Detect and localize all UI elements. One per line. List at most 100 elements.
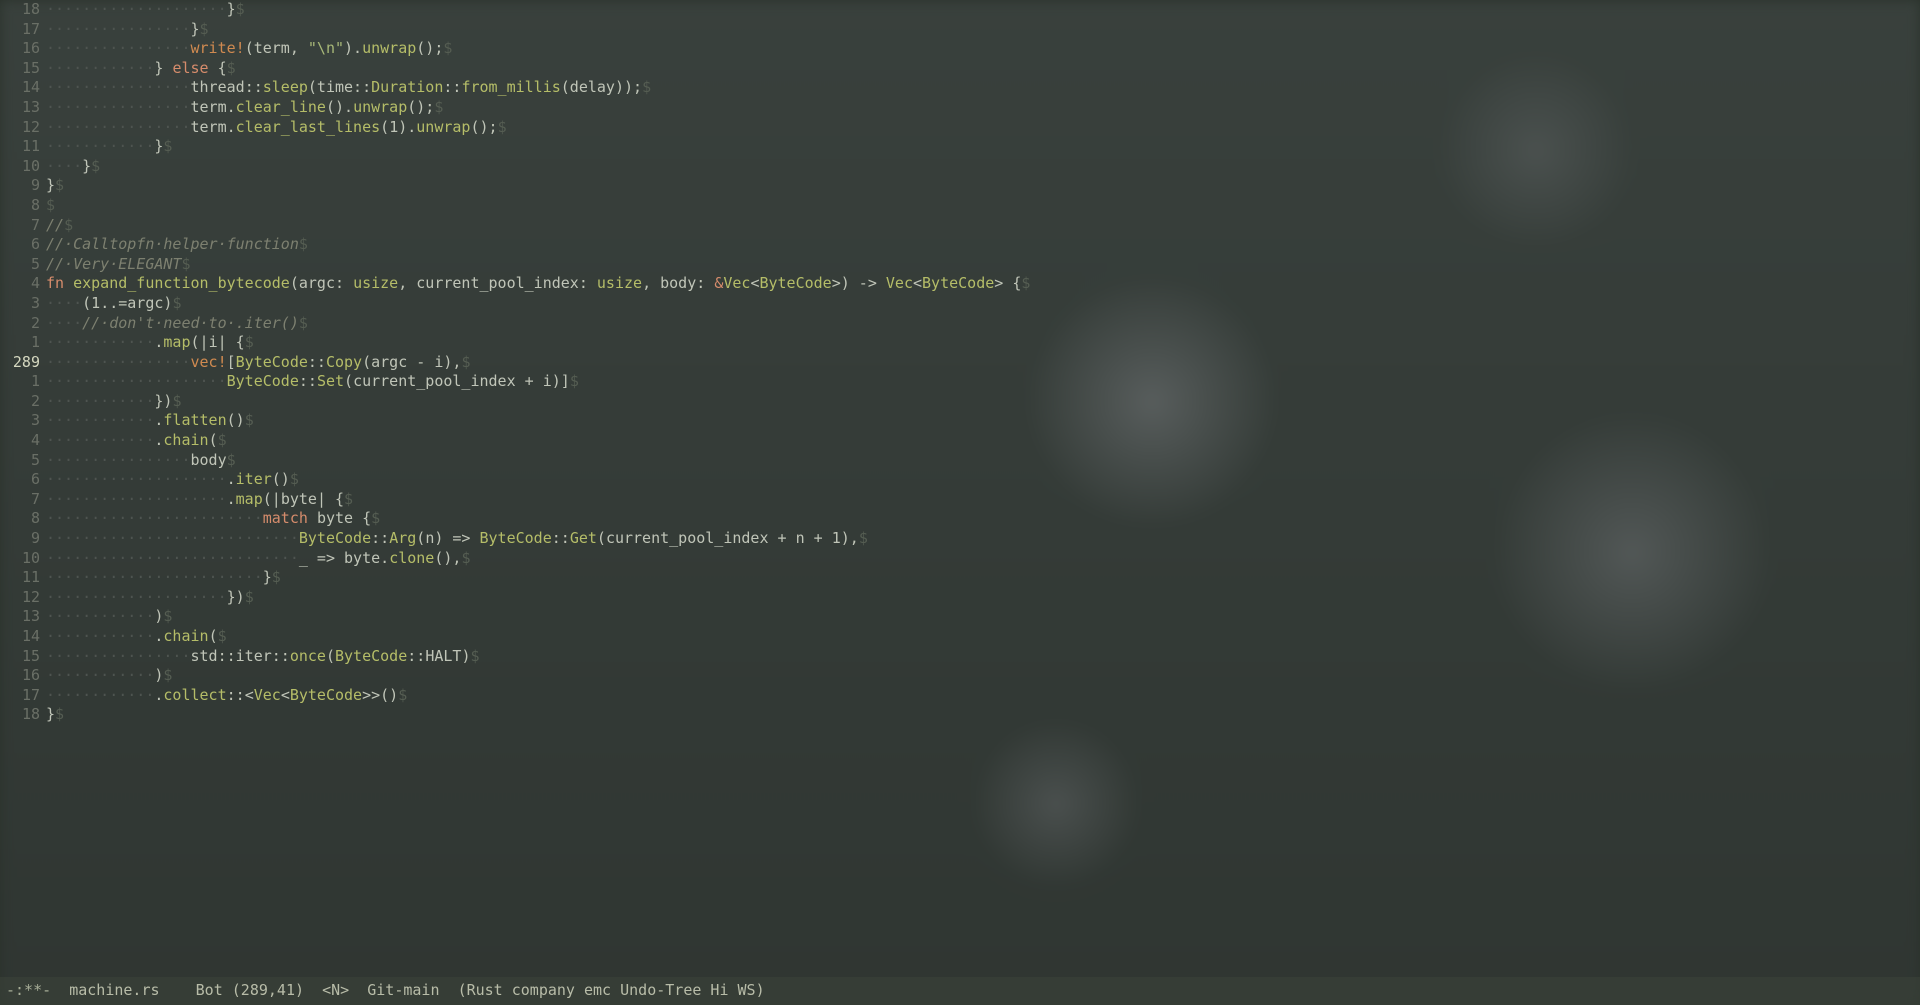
code-content[interactable]: }$	[46, 176, 64, 196]
code-content[interactable]: ····························_ => byte.cl…	[46, 549, 470, 569]
code-content[interactable]: ····················.map(|byte| {$	[46, 490, 353, 510]
code-line[interactable]: 13················term.clear_line().unwr…	[0, 98, 1920, 118]
code-line[interactable]: 10····························_ => byte.…	[0, 549, 1920, 569]
code-line[interactable]: 11············}$	[0, 137, 1920, 157]
token-op: <	[245, 686, 254, 704]
code-line[interactable]: 2············})$	[0, 392, 1920, 412]
code-content[interactable]: ····················.iter()$	[46, 470, 299, 490]
code-line[interactable]: 15················std::iter::once(ByteCo…	[0, 647, 1920, 667]
token-fn: unwrap	[362, 39, 416, 57]
code-content[interactable]: ················write!(term, "\n").unwra…	[46, 39, 452, 59]
code-content[interactable]: }$	[46, 705, 64, 725]
code-content[interactable]: ················vec![ByteCode::Copy(argc…	[46, 353, 470, 373]
code-line[interactable]: 17············.collect::<Vec<ByteCode>>(…	[0, 686, 1920, 706]
token-op: ()	[227, 411, 245, 429]
line-number: 8	[0, 196, 46, 216]
code-line[interactable]: 8$	[0, 196, 1920, 216]
code-line[interactable]: 14················thread::sleep(time::Du…	[0, 78, 1920, 98]
token-op: ::	[218, 647, 236, 665]
code-line[interactable]: 18····················}$	[0, 0, 1920, 20]
code-content[interactable]: ············}$	[46, 137, 172, 157]
code-line[interactable]: 7····················.map(|byte| {$	[0, 490, 1920, 510]
code-content[interactable]: ············.map(|i| {$	[46, 333, 254, 353]
code-content[interactable]: fn expand_function_bytecode(argc: usize,…	[46, 274, 1030, 294]
code-line[interactable]: 14············.chain($	[0, 627, 1920, 647]
code-content[interactable]: ················thread::sleep(time::Dura…	[46, 78, 651, 98]
code-line[interactable]: 10····}$	[0, 157, 1920, 177]
code-line[interactable]: 16················write!(term, "\n").unw…	[0, 39, 1920, 59]
code-line[interactable]: 6//·Calltopfn·helper·function$	[0, 235, 1920, 255]
code-line[interactable]: 9····························ByteCode::A…	[0, 529, 1920, 549]
modeline-filename: machine.rs	[69, 981, 159, 1001]
whitespace-marker: ············	[46, 431, 154, 449]
code-line[interactable]: 12····················})$	[0, 588, 1920, 608]
code-line[interactable]: 18}$	[0, 705, 1920, 725]
code-line[interactable]: 16············)$	[0, 666, 1920, 686]
code-content[interactable]: ················}$	[46, 20, 209, 40]
token-fn: Arg	[389, 529, 416, 547]
token-op: (|	[191, 333, 209, 351]
code-content[interactable]: ············.flatten()$	[46, 411, 254, 431]
code-content[interactable]: ····················ByteCode::Set(curren…	[46, 372, 579, 392]
code-content[interactable]: ············.chain($	[46, 627, 227, 647]
code-line[interactable]: 13············)$	[0, 607, 1920, 627]
code-line[interactable]: 15············} else {$	[0, 59, 1920, 79]
code-content[interactable]: ············.collect::<Vec<ByteCode>>()$	[46, 686, 407, 706]
code-line[interactable]: 2····//·don't·need·to·.iter()$	[0, 314, 1920, 334]
token-op: (time::	[308, 78, 371, 96]
code-content[interactable]: ············})$	[46, 392, 181, 412]
code-content[interactable]: ················std::iter::once(ByteCode…	[46, 647, 480, 667]
token-op: | {	[218, 333, 245, 351]
token-ty: usize	[353, 274, 398, 292]
code-content[interactable]: //$	[46, 216, 73, 236]
code-content[interactable]: ············} else {$	[46, 59, 236, 79]
code-line[interactable]: 7//$	[0, 216, 1920, 236]
code-line[interactable]: 289················vec![ByteCode::Copy(a…	[0, 353, 1920, 373]
token-id: body	[191, 451, 227, 469]
token-fn: clone	[389, 549, 434, 567]
code-line[interactable]: 4fn expand_function_bytecode(argc: usize…	[0, 274, 1920, 294]
code-content[interactable]: ························}$	[46, 568, 281, 588]
code-line[interactable]: 9}$	[0, 176, 1920, 196]
code-line[interactable]: 6····················.iter()$	[0, 470, 1920, 490]
code-content[interactable]: $	[46, 196, 55, 216]
code-content[interactable]: //·Very·ELEGANT$	[46, 255, 191, 275]
token-id: iter	[236, 647, 272, 665]
code-line[interactable]: 3····(1..=argc)$	[0, 294, 1920, 314]
whitespace-marker: ············	[46, 137, 154, 155]
code-line[interactable]: 1····················ByteCode::Set(curre…	[0, 372, 1920, 392]
token-ty: ByteCode	[759, 274, 831, 292]
code-content[interactable]: //·Calltopfn·helper·function$	[46, 235, 308, 255]
code-content[interactable]: ················term.clear_line().unwrap…	[46, 98, 443, 118]
code-content[interactable]: ····················}$	[46, 0, 245, 20]
code-line[interactable]: 12················term.clear_last_lines(…	[0, 118, 1920, 138]
code-line[interactable]: 5················body$	[0, 451, 1920, 471]
code-content[interactable]: ························match byte {$	[46, 509, 380, 529]
token-op: <	[281, 686, 290, 704]
code-content[interactable]: ····}$	[46, 157, 100, 177]
code-line[interactable]: 4············.chain($	[0, 431, 1920, 451]
code-line[interactable]: 11························}$	[0, 568, 1920, 588]
eol-marker: $	[344, 490, 353, 508]
code-content[interactable]: ············.chain($	[46, 431, 227, 451]
code-content[interactable]: ····//·don't·need·to·.iter()$	[46, 314, 308, 334]
code-line[interactable]: 3············.flatten()$	[0, 411, 1920, 431]
token-ty: Vec	[254, 686, 281, 704]
token-op: >) ->	[832, 274, 886, 292]
code-content[interactable]: ····(1..=argc)$	[46, 294, 181, 314]
code-content[interactable]: ················body$	[46, 451, 236, 471]
code-content[interactable]: ····················})$	[46, 588, 254, 608]
code-line[interactable]: 1············.map(|i| {$	[0, 333, 1920, 353]
token-op: .	[344, 98, 353, 116]
token-op: -	[407, 353, 434, 371]
code-line[interactable]: 8························match byte {$	[0, 509, 1920, 529]
token-id: term	[191, 118, 227, 136]
code-content[interactable]: ············)$	[46, 607, 172, 627]
code-content[interactable]: ················term.clear_last_lines(1)…	[46, 118, 507, 138]
code-area[interactable]: 18····················}$17··············…	[0, 0, 1920, 977]
code-line[interactable]: 5//·Very·ELEGANT$	[0, 255, 1920, 275]
code-content[interactable]: ············)$	[46, 666, 172, 686]
eol-marker: $	[461, 353, 470, 371]
code-content[interactable]: ····························ByteCode::Ar…	[46, 529, 868, 549]
code-line[interactable]: 17················}$	[0, 20, 1920, 40]
